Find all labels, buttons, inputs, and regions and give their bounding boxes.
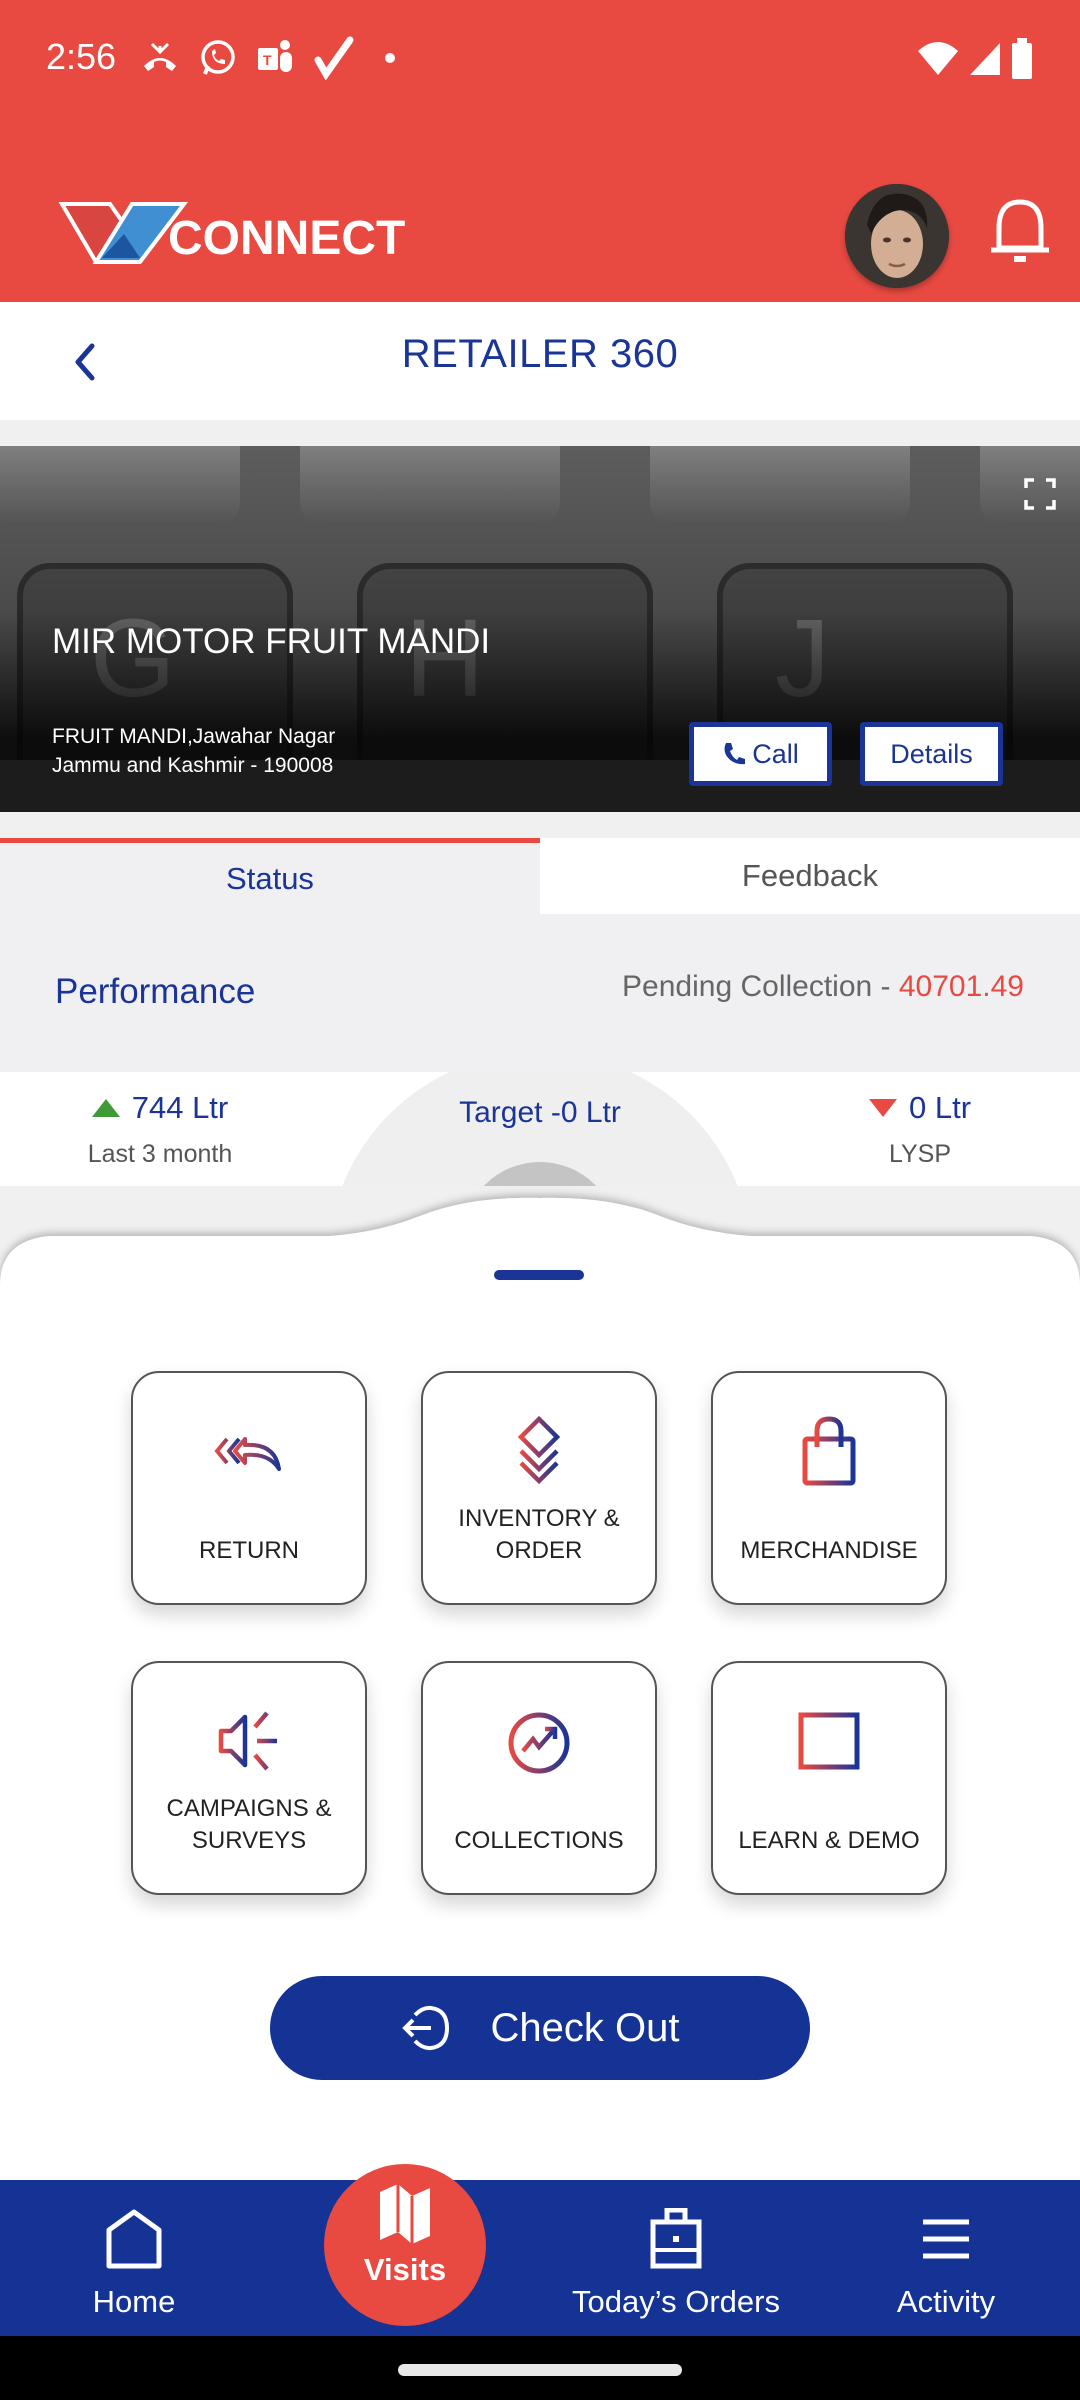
whatsapp-icon	[196, 36, 240, 80]
nav-todays-orders[interactable]: Today’s Orders	[560, 2208, 792, 2320]
action-tile-campaigns-surveys[interactable]: CAMPAIGNS & SURVEYS	[131, 1661, 367, 1895]
teams-icon: T	[254, 36, 298, 80]
action-label: MERCHANDISE	[740, 1537, 918, 1564]
notification-icons: T	[138, 36, 414, 81]
pending-collection-label: Pending Collection -	[622, 970, 899, 1003]
trending-circle-icon	[508, 1712, 570, 1774]
action-label: LEARN & DEMO	[738, 1827, 920, 1854]
details-label: Details	[890, 738, 973, 769]
logout-icon	[401, 2005, 449, 2051]
address-line-1: FRUIT MANDI,Jawahar Nagar	[52, 725, 336, 748]
trend-down-icon	[868, 1099, 897, 1117]
wifi-icon	[918, 42, 958, 75]
title-bar: RETAILER 360	[0, 302, 1080, 420]
nav-home[interactable]: Home	[74, 2208, 194, 2320]
shopping-bag-icon	[802, 1416, 856, 1486]
retailer-360-screen: 2:56 T CONNECT RETAILER 360 MIR MOTOR FR…	[0, 0, 1080, 2400]
target-value: Target -0 Ltr	[459, 1096, 621, 1129]
nav-label: Today’s Orders	[572, 2284, 780, 2319]
map-icon	[380, 2184, 430, 2244]
logo-text: CONNECT	[168, 212, 405, 264]
briefcase-icon	[650, 2208, 702, 2269]
notification-bell-button[interactable]	[985, 196, 1055, 266]
pending-collection: Pending Collection - 40701.49	[622, 970, 1024, 1004]
retailer-hero-card: G H J MIR MOTOR FRUIT MANDI FRUIT MANDI,…	[0, 446, 1080, 812]
nav-label: Activity	[896, 2284, 996, 2319]
svg-text:T: T	[263, 52, 272, 68]
action-tile-collections[interactable]: COLLECTIONS	[421, 1661, 657, 1895]
check-out-button[interactable]: Check Out	[270, 1976, 810, 2080]
return-icon	[214, 1437, 281, 1471]
pending-collection-value: 40701.49	[898, 970, 1024, 1003]
tab-status[interactable]: Status	[0, 838, 540, 914]
last-3-month-label: Last 3 month	[87, 1140, 233, 1168]
check-icon	[312, 36, 356, 81]
layers-icon	[517, 1415, 561, 1485]
bottom-navigation: Home Today’s Orders Activity	[0, 2180, 1080, 2336]
missed-call-icon	[138, 36, 182, 80]
lysp-label: LYSP	[888, 1140, 952, 1168]
app-header: 2:56 T CONNECT	[0, 0, 1080, 302]
action-label: RETURN	[199, 1537, 299, 1564]
dot-icon	[370, 36, 414, 80]
page-title: RETAILER 360	[401, 332, 679, 376]
action-label: CAMPAIGNS & SURVEYS	[166, 1795, 332, 1854]
fullscreen-icon	[1024, 478, 1056, 510]
vconnect-logo: CONNECT	[58, 200, 408, 265]
action-tile-inventory-order[interactable]: INVENTORY & ORDER	[421, 1371, 657, 1605]
tab-bar: Status Feedback	[0, 838, 1080, 914]
action-tile-return[interactable]: RETURN	[131, 1371, 367, 1605]
status-bar: 2:56 T	[0, 0, 1080, 120]
nav-visits[interactable]: Visits	[324, 2164, 486, 2326]
nav-label: Visits	[363, 2252, 447, 2287]
book-icon	[798, 1712, 860, 1775]
performance-header: Performance Pending Collection - 40701.4…	[0, 914, 1080, 1072]
lysp-stat: 0 Ltr LYSP	[760, 1090, 1080, 1169]
menu-icon	[923, 2219, 969, 2259]
sheet-drag-handle[interactable]	[494, 1270, 584, 1280]
bell-icon	[991, 199, 1049, 262]
megaphone-icon	[218, 1711, 277, 1771]
home-gesture-handle[interactable]	[398, 2364, 682, 2376]
performance-stats: 744 Ltr Last 3 month Target -0 Ltr 0 Ltr…	[0, 1072, 1080, 1186]
action-tile-merchandise[interactable]: MERCHANDISE	[711, 1371, 947, 1605]
performance-title: Performance	[55, 972, 256, 1011]
system-navigation-bar	[0, 2336, 1080, 2400]
check-out-label: Check Out	[490, 2005, 680, 2050]
nav-activity[interactable]: Activity	[880, 2208, 1012, 2320]
fullscreen-button[interactable]	[1022, 476, 1058, 512]
action-tile-learn-demo[interactable]: LEARN & DEMO	[711, 1661, 947, 1895]
avatar[interactable]	[845, 184, 949, 288]
details-button[interactable]: Details	[860, 722, 1003, 786]
call-button[interactable]: Call	[689, 722, 832, 786]
tab-feedback[interactable]: Feedback	[540, 838, 1080, 914]
action-label: INVENTORY & ORDER	[458, 1505, 620, 1564]
trend-up-icon	[91, 1099, 120, 1117]
home-icon	[106, 2209, 162, 2269]
call-label: Call	[752, 738, 799, 769]
battery-icon	[1012, 38, 1032, 79]
last-3-month-stat: 744 Ltr Last 3 month	[0, 1090, 320, 1169]
status-time: 2:56	[46, 36, 117, 77]
action-label: COLLECTIONS	[454, 1827, 624, 1854]
phone-icon	[724, 743, 746, 765]
retailer-name: MIR MOTOR FRUIT MANDI	[52, 622, 491, 661]
signal-icon	[970, 43, 1000, 75]
retailer-address: FRUIT MANDI,Jawahar Nagar Jammu and Kash…	[52, 722, 335, 780]
last-3-month-value: 744 Ltr	[131, 1090, 229, 1125]
nav-label: Home	[92, 2284, 176, 2319]
system-icons	[916, 38, 1034, 80]
lysp-value: 0 Ltr	[908, 1090, 972, 1125]
address-line-2: Jammu and Kashmir - 190008	[52, 754, 334, 777]
